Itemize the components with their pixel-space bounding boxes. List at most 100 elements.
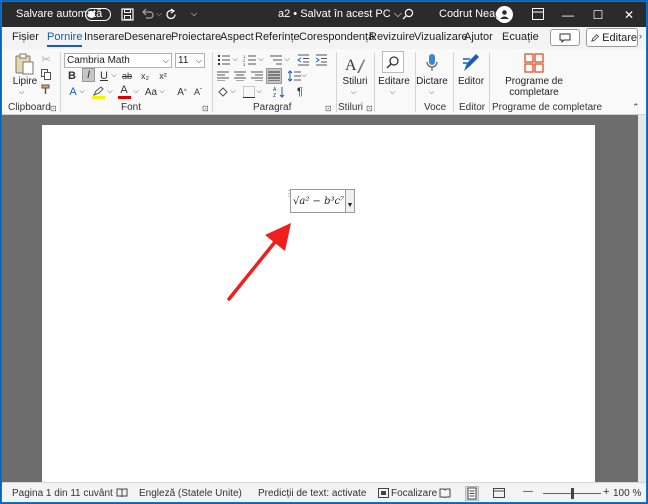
font-size-box[interactable]: 11 ⌵ — [175, 53, 205, 68]
web-layout-icon[interactable] — [493, 488, 505, 501]
document-title[interactable]: a2 • Salvat în acest PC ⌵ — [278, 8, 402, 21]
change-case-dropdown-icon[interactable]: ⌵ — [158, 85, 166, 99]
add-ins-icon[interactable] — [523, 52, 545, 74]
group-separator — [336, 52, 337, 112]
styles-icon[interactable]: A — [343, 53, 367, 75]
tabs-scroll-right-icon[interactable]: › — [639, 31, 642, 41]
tab-corespondenta[interactable]: Corespondență — [299, 31, 374, 43]
tab-referinte[interactable]: Referințe — [255, 31, 300, 43]
tab-desenare[interactable]: Desenare — [124, 31, 172, 43]
text-effects-dropdown-icon[interactable]: ⌵ — [78, 85, 86, 99]
zoom-slider-thumb[interactable] — [571, 488, 574, 499]
zoom-in-button[interactable]: + — [603, 486, 609, 498]
bullets-dropdown-icon[interactable]: ⌵ — [231, 53, 239, 67]
italic-button[interactable]: I — [82, 68, 95, 82]
microphone-icon[interactable] — [423, 52, 441, 74]
show-formatting-icon[interactable]: ¶ — [294, 85, 306, 99]
line-spacing-dropdown-icon[interactable]: ⌵ — [300, 69, 308, 83]
bold-button[interactable]: B — [66, 69, 78, 83]
text-predictions[interactable]: Predicții de text: activate — [258, 488, 366, 499]
clipboard-launcher-icon[interactable]: ⊡ — [50, 104, 57, 113]
paste-icon[interactable] — [12, 53, 36, 75]
word-count[interactable]: 1 cuvânt — [75, 488, 113, 499]
equation-box[interactable]: √a² − b³c⁷ — [290, 189, 346, 213]
justify-icon[interactable] — [266, 68, 282, 84]
zoom-level[interactable]: 100 % — [613, 488, 641, 499]
sort-icon[interactable]: AZ — [272, 85, 286, 99]
editing-dropdown-icon[interactable]: ⌵ — [390, 89, 395, 97]
copy-icon[interactable] — [40, 68, 52, 80]
search-icon[interactable] — [399, 5, 417, 23]
equation-options-dropdown-icon[interactable]: ▼ — [345, 189, 355, 213]
tab-vizualizare[interactable]: Vizualizare — [414, 31, 468, 43]
strikethrough-button[interactable]: ab — [120, 69, 134, 83]
underline-button[interactable]: U — [98, 69, 110, 83]
shrink-font-button[interactable]: Aˇ — [191, 85, 205, 99]
tab-pornire[interactable]: Pornire — [47, 31, 83, 47]
tab-proiectare[interactable]: Proiectare — [171, 31, 221, 43]
tab-ajutor[interactable]: Ajutor — [464, 31, 493, 43]
numbering-dropdown-icon[interactable]: ⌵ — [257, 53, 265, 67]
superscript-button[interactable]: x² — [156, 69, 170, 83]
line-spacing-icon[interactable] — [287, 69, 301, 83]
focus-icon[interactable] — [378, 488, 389, 501]
close-button[interactable]: ✕ — [610, 2, 646, 27]
paragraph-launcher-icon[interactable]: ⊡ — [325, 104, 332, 113]
avatar[interactable] — [496, 6, 513, 23]
editor-icon[interactable] — [460, 52, 482, 74]
tab-aspect[interactable]: Aspect — [220, 31, 254, 43]
shading-icon[interactable] — [216, 85, 230, 99]
font-name-box[interactable]: Cambria Math ⌵ — [64, 53, 172, 68]
cut-icon[interactable]: ✂ — [40, 53, 52, 66]
format-painter-icon[interactable] — [40, 83, 52, 95]
print-layout-icon[interactable] — [465, 486, 479, 501]
align-left-icon[interactable] — [216, 69, 230, 83]
borders-dropdown-icon[interactable]: ⌵ — [255, 85, 263, 99]
tab-inserare[interactable]: Inserare — [84, 31, 124, 43]
tab-revizuire[interactable]: Revizuire — [369, 31, 415, 43]
zoom-out-button[interactable]: — — [523, 486, 533, 497]
vertical-scrollbar[interactable] — [638, 115, 646, 482]
save-icon[interactable] — [118, 5, 136, 23]
page-count[interactable]: Pagina 1 din 1 — [12, 488, 76, 499]
ribbon-display-icon[interactable] — [529, 5, 547, 23]
focus-label[interactable]: Focalizare — [391, 488, 437, 499]
redo-icon[interactable] — [162, 5, 180, 23]
decrease-indent-icon[interactable] — [296, 53, 310, 67]
align-right-icon[interactable] — [250, 69, 264, 83]
multilevel-list-icon[interactable] — [268, 53, 284, 67]
tab-fisier[interactable]: Fișier — [12, 31, 39, 43]
font-launcher-icon[interactable]: ⊡ — [202, 104, 209, 113]
document-page[interactable]: ⋮ √a² − b³c⁷ ▼ — [42, 125, 595, 485]
language[interactable]: Engleză (Statele Unite) — [139, 488, 242, 499]
customize-toolbar-icon[interactable]: ⌵ — [185, 5, 203, 23]
borders-icon[interactable] — [242, 85, 256, 99]
numbering-icon[interactable]: 123 — [242, 53, 258, 67]
highlight-color-button[interactable] — [90, 84, 106, 100]
highlight-dropdown-icon[interactable]: ⌵ — [106, 85, 114, 99]
font-color-button[interactable]: A — [116, 84, 132, 100]
red-arrow — [227, 223, 291, 301]
collapse-ribbon-icon[interactable]: ⌃ — [632, 102, 640, 113]
editing-mode-button[interactable]: Editare — [586, 28, 638, 47]
subscript-button[interactable]: x₂ — [138, 69, 152, 83]
bullets-icon[interactable] — [216, 53, 232, 67]
grow-font-button[interactable]: A ^ — [175, 85, 189, 99]
find-icon[interactable] — [382, 51, 404, 73]
comments-button[interactable] — [550, 29, 580, 46]
font-color-dropdown-icon[interactable]: ⌵ — [132, 85, 140, 99]
paste-dropdown-icon[interactable]: ⌵ — [19, 89, 24, 97]
multilevel-dropdown-icon[interactable]: ⌵ — [283, 53, 291, 67]
styles-launcher-icon[interactable]: ⊡ — [366, 104, 373, 113]
shading-dropdown-icon[interactable]: ⌵ — [229, 85, 237, 99]
dictate-dropdown-icon[interactable]: ⌵ — [429, 89, 434, 97]
styles-dropdown-icon[interactable]: ⌵ — [351, 89, 356, 97]
change-case-button[interactable]: Aa — [143, 85, 159, 99]
read-mode-icon[interactable] — [439, 488, 451, 501]
tab-ecuatie[interactable]: Ecuație — [502, 31, 539, 43]
underline-dropdown-icon[interactable]: ⌵ — [110, 69, 118, 83]
align-center-icon[interactable] — [233, 69, 247, 83]
autosave-toggle[interactable] — [85, 8, 111, 21]
proofing-icon[interactable] — [116, 488, 128, 501]
increase-indent-icon[interactable] — [314, 53, 328, 67]
